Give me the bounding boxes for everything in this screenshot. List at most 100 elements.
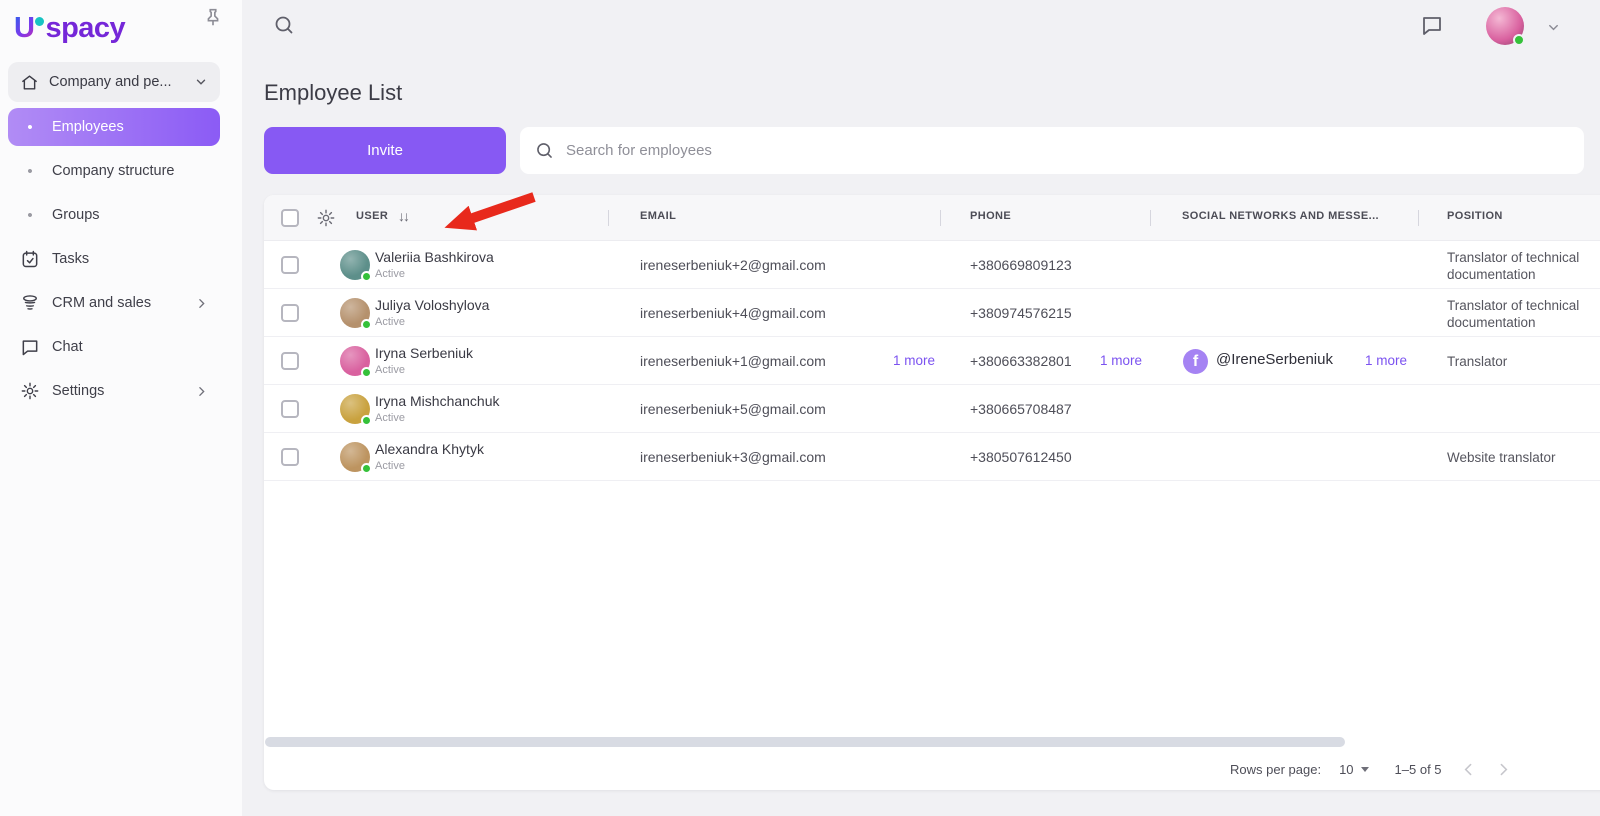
employee-avatar[interactable] <box>340 442 372 474</box>
employee-avatar[interactable] <box>340 298 372 330</box>
column-header-phone[interactable]: PHONE <box>970 210 1011 222</box>
sidebar-item-tasks[interactable]: Tasks <box>8 240 220 278</box>
logo-text: spacy <box>45 11 126 44</box>
sort-icon[interactable]: ↓↓ <box>398 208 410 224</box>
employee-name[interactable]: Alexandra Khytyk <box>375 441 484 457</box>
employee-position: Translator of technical documentation <box>1447 250 1580 282</box>
employee-avatar[interactable] <box>340 250 372 282</box>
row-checkbox[interactable] <box>281 255 299 274</box>
employee-phone[interactable]: +380507612450 <box>970 449 1072 465</box>
chevron-down-icon <box>196 79 206 85</box>
sidebar-item-label: Settings <box>52 383 105 399</box>
employee-email[interactable]: ireneserbeniuk+4@gmail.com <box>640 305 826 321</box>
workspace-switcher[interactable]: Company and pe... <box>8 62 220 102</box>
select-all-checkbox[interactable] <box>281 208 299 227</box>
workspace-label: Company and pe... <box>49 74 172 90</box>
employee-name[interactable]: Valeriia Bashkirova <box>375 249 494 265</box>
sidebar-item-settings[interactable]: Settings <box>8 372 220 410</box>
employee-status: Active <box>375 364 405 376</box>
logo-letter-u: U <box>14 11 35 44</box>
horizontal-scrollbar[interactable] <box>265 737 1345 747</box>
table-row: Iryna Mishchanchuk Active ireneserbeniuk… <box>264 385 1600 433</box>
chevron-right-icon <box>199 298 205 308</box>
page-title: Employee List <box>264 80 403 105</box>
bullet-icon: • <box>27 162 33 180</box>
employee-email[interactable]: ireneserbeniuk+1@gmail.com <box>640 353 826 369</box>
facebook-icon[interactable]: f <box>1183 349 1208 374</box>
employee-position: Translator of technical documentation <box>1447 298 1580 330</box>
column-settings-icon[interactable] <box>316 208 336 233</box>
next-page-button[interactable] <box>1495 761 1512 778</box>
row-checkbox[interactable] <box>281 399 299 418</box>
employee-avatar[interactable] <box>340 394 372 426</box>
user-avatar[interactable] <box>1486 7 1525 46</box>
social-more-link[interactable]: 1 more <box>1365 353 1407 368</box>
online-status-dot <box>361 319 372 330</box>
employee-status: Active <box>375 268 405 280</box>
table-row: Alexandra Khytyk Active ireneserbeniuk+3… <box>264 433 1600 481</box>
column-header-email[interactable]: EMAIL <box>640 210 676 222</box>
employee-position: Website translator <box>1447 450 1556 465</box>
sidebar-item-company-structure[interactable]: • Company structure <box>8 152 220 190</box>
row-checkbox[interactable] <box>281 303 299 322</box>
employee-avatar[interactable] <box>340 346 372 378</box>
bullet-icon: • <box>27 118 33 136</box>
dropdown-arrow-icon <box>1360 766 1369 772</box>
column-divider <box>608 210 609 226</box>
employee-name[interactable]: Iryna Serbeniuk <box>375 345 473 361</box>
search-icon <box>537 143 552 158</box>
previous-page-button[interactable] <box>1460 761 1477 778</box>
sidebar-item-groups[interactable]: • Groups <box>8 196 220 234</box>
sidebar-item-chat[interactable]: Chat <box>8 328 220 366</box>
annotation-arrow <box>444 192 536 231</box>
rows-per-page-select[interactable]: 10 <box>1339 762 1369 777</box>
search-input[interactable] <box>566 142 1570 159</box>
table-row: Valeriia Bashkirova Active ireneserbeniu… <box>264 241 1600 289</box>
employee-phone[interactable]: +380663382801 <box>970 353 1072 369</box>
online-status-dot <box>361 367 372 378</box>
employee-name[interactable]: Iryna Mishchanchuk <box>375 393 500 409</box>
chevron-down-icon[interactable] <box>1546 20 1561 40</box>
social-handle[interactable]: @IreneSerbeniuk <box>1216 351 1333 368</box>
employee-email[interactable]: ireneserbeniuk+2@gmail.com <box>640 257 826 273</box>
topbar <box>242 0 1600 52</box>
sidebar-item-label: Groups <box>52 207 100 223</box>
search-icon[interactable] <box>272 13 296 42</box>
column-divider <box>940 210 941 226</box>
pagination: Rows per page: 10 1–5 of 5 <box>1230 752 1592 786</box>
sidebar-item-crm-and-sales[interactable]: CRM and sales <box>8 284 220 322</box>
email-more-link[interactable]: 1 more <box>893 353 935 368</box>
column-header-position[interactable]: POSITION <box>1447 210 1503 222</box>
logo-dot-icon <box>35 16 45 26</box>
table-row: Iryna Serbeniuk Active ireneserbeniuk+1@… <box>264 337 1600 385</box>
column-divider <box>1150 210 1151 226</box>
messages-icon[interactable] <box>1420 13 1444 42</box>
employee-status: Active <box>375 412 405 424</box>
phone-more-link[interactable]: 1 more <box>1100 353 1142 368</box>
employee-search[interactable] <box>520 127 1584 174</box>
employee-phone[interactable]: +380665708487 <box>970 401 1072 417</box>
employee-email[interactable]: ireneserbeniuk+3@gmail.com <box>640 449 826 465</box>
calendar-check-icon <box>22 250 38 268</box>
table-body: Valeriia Bashkirova Active ireneserbeniu… <box>264 241 1600 481</box>
sidebar-item-label: Chat <box>52 339 83 355</box>
column-divider <box>1418 210 1419 226</box>
invite-button[interactable]: Invite <box>264 127 506 174</box>
employee-phone[interactable]: +380974576215 <box>970 305 1072 321</box>
sidebar-item-label: CRM and sales <box>52 295 152 311</box>
pagination-range: 1–5 of 5 <box>1394 761 1442 777</box>
employee-phone[interactable]: +380669809123 <box>970 257 1072 273</box>
sidebar-item-employees[interactable]: • Employees <box>8 108 220 146</box>
sidebar-item-label: Employees <box>52 119 124 135</box>
row-checkbox[interactable] <box>281 351 299 370</box>
column-header-social[interactable]: SOCIAL NETWORKS AND MESSE... <box>1182 210 1379 222</box>
pin-sidebar-icon[interactable] <box>202 4 224 35</box>
employee-table: USER ↓↓ EMAIL PHONE SOCIAL NETWORKS AND … <box>264 192 1600 790</box>
employee-email[interactable]: ireneserbeniuk+5@gmail.com <box>640 401 826 417</box>
online-status-dot <box>1513 34 1525 46</box>
row-checkbox[interactable] <box>281 447 299 466</box>
column-header-user[interactable]: USER <box>356 210 388 222</box>
employee-name[interactable]: Juliya Voloshylova <box>375 297 489 313</box>
sidebar-item-label: Tasks <box>52 251 90 267</box>
app-logo[interactable]: Uspacy <box>14 10 228 46</box>
